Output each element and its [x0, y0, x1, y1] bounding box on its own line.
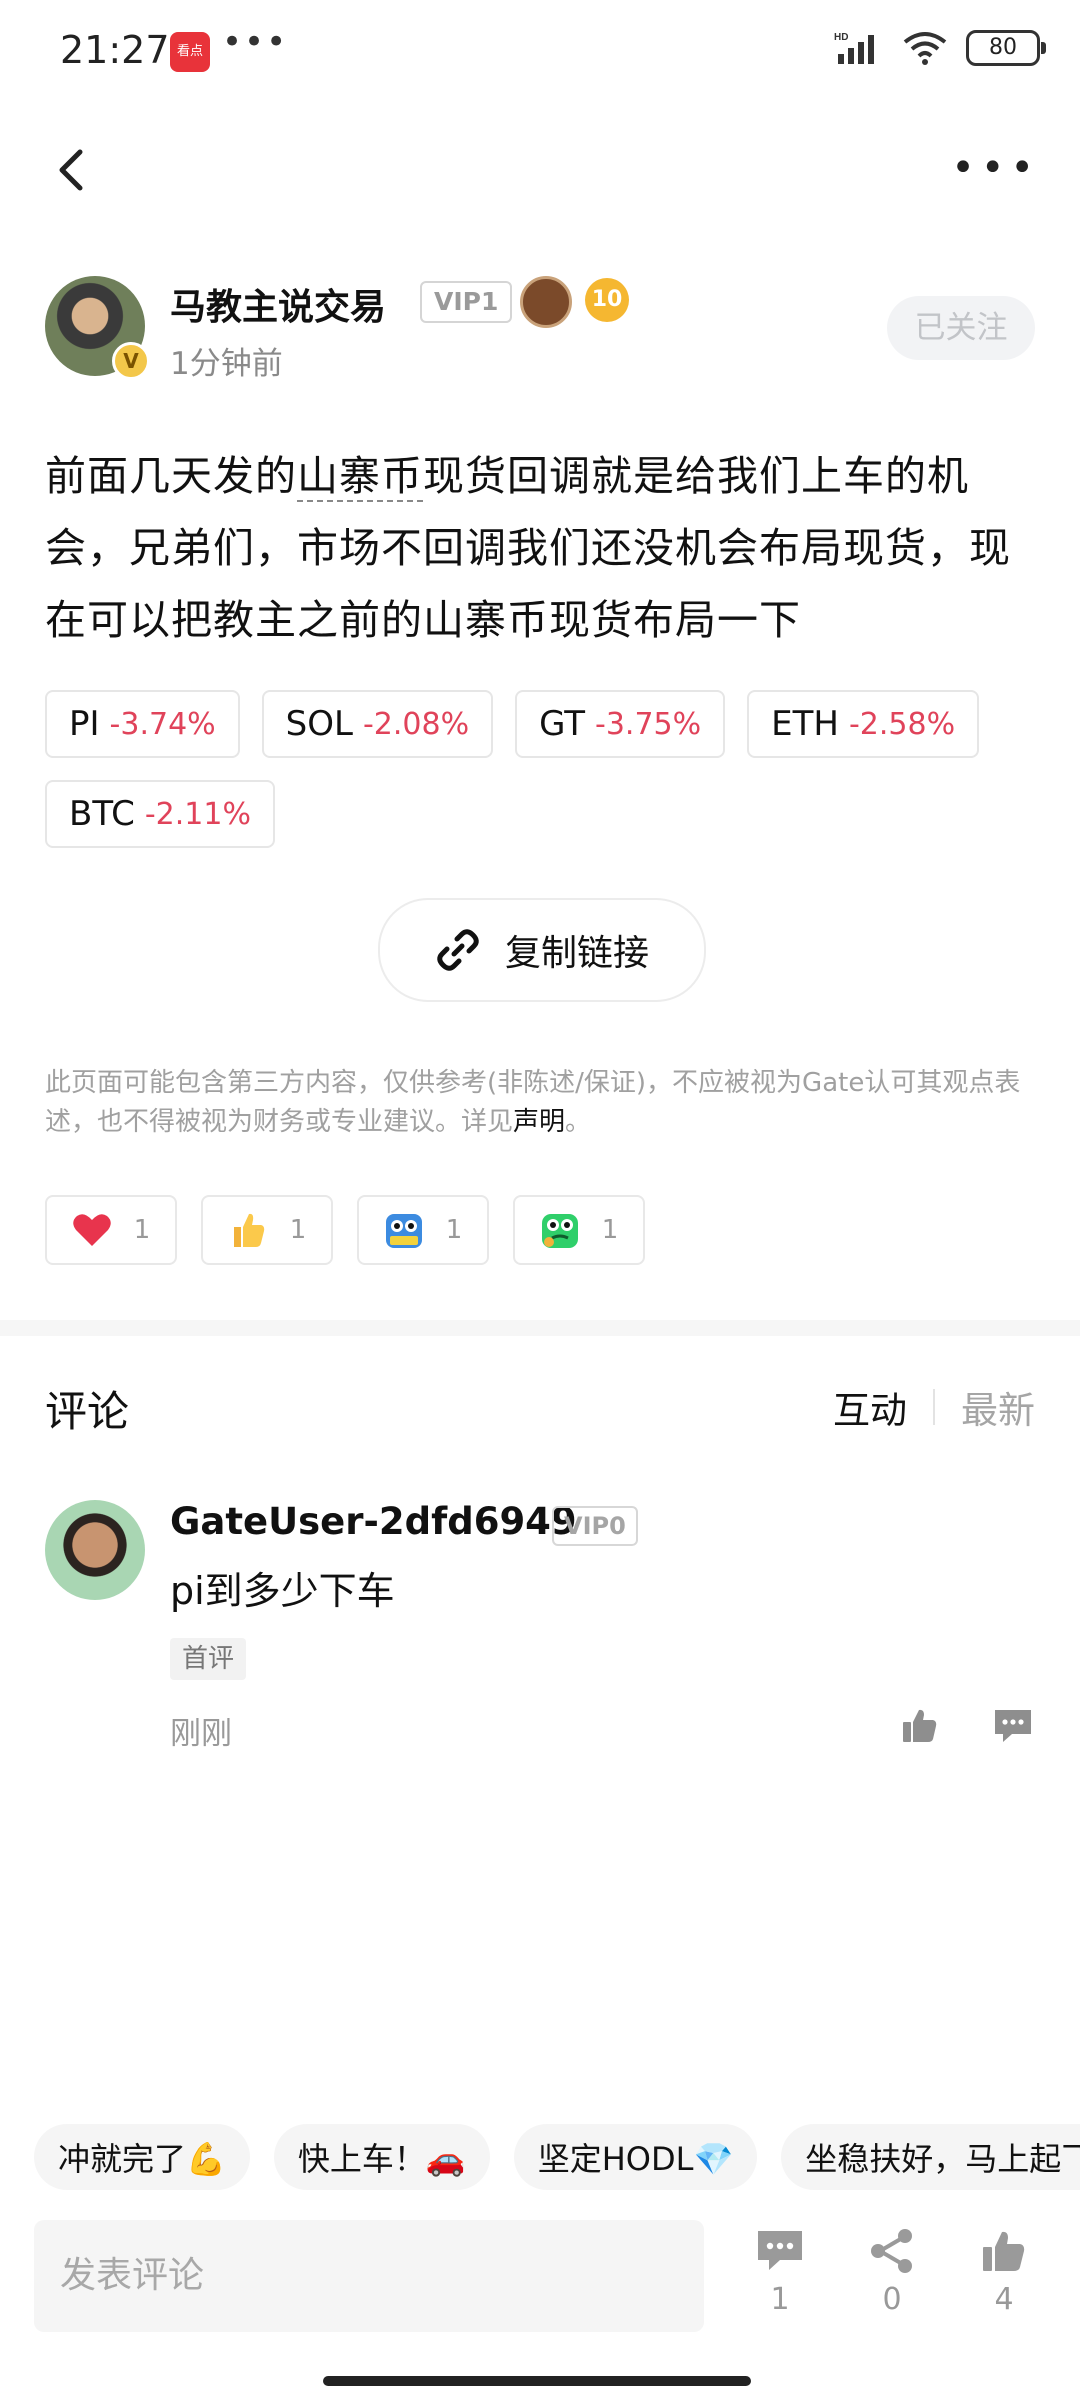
svg-text:HD: HD	[834, 32, 848, 43]
tab-interaction[interactable]: 互动	[833, 1380, 907, 1434]
post-hashtag-link[interactable]: 山寨币	[297, 452, 423, 502]
disclaimer: 此页面可能包含第三方内容，仅供参考(非陈述/保证)，不应被视为Gate认可其观点…	[45, 1064, 1035, 1142]
coin-symbol: ETH	[771, 704, 839, 744]
coin-symbol: PI	[69, 704, 100, 744]
home-indicator[interactable]	[323, 2376, 751, 2386]
quick-reply-chips: 冲就完了💪 快上车！🚗 坚定HODL💎 坐稳扶好，马上起飞	[34, 2124, 1080, 2190]
vip-badge: VIP1	[420, 281, 513, 323]
thumbs-up-emoji-icon	[228, 1210, 268, 1250]
commenter-name[interactable]: GateUser-2dfd6949	[170, 1500, 577, 1543]
comment-text: pi到多少下车	[170, 1569, 395, 1613]
reaction-count: 1	[445, 1215, 463, 1245]
comment-count: 1	[770, 2282, 790, 2317]
coin-change: -3.74%	[109, 706, 216, 742]
thumbs-up-icon	[983, 2231, 1025, 2271]
comment-sort-tabs: 互动 最新	[833, 1380, 1035, 1434]
section-divider	[0, 1320, 1080, 1336]
coin-change: -3.75%	[595, 706, 702, 742]
more-horizontal-icon[interactable]: •••	[951, 145, 1040, 191]
post-content: 前面几天发的山寨币现货回调就是给我们上车的机会，兄弟们，市场不回调我们还没机会布…	[45, 440, 1035, 656]
tab-separator	[933, 1389, 935, 1425]
comment-icon	[758, 2231, 802, 2270]
disclaimer-end: 。	[565, 1107, 592, 1137]
coin-tag-eth[interactable]: ETH -2.58%	[747, 690, 980, 758]
commenter-vip-badge: VIP0	[552, 1506, 638, 1546]
reaction-hodl[interactable]: 1	[357, 1195, 489, 1265]
coin-tag-gt[interactable]: GT -3.75%	[515, 690, 726, 758]
status-indicators: HD 80	[834, 30, 1046, 66]
comment-time: 刚刚	[170, 1716, 232, 1752]
chevron-left-icon[interactable]	[50, 140, 90, 200]
reaction-count: 1	[289, 1215, 307, 1245]
coin-change: -2.08%	[362, 706, 470, 742]
first-comment-tag: 首评	[170, 1638, 247, 1680]
share-count: 0	[882, 2282, 902, 2317]
post-text-before: 前面几天发的	[45, 452, 297, 500]
share-button[interactable]: 0	[867, 2228, 917, 2317]
comment-button[interactable]: 1	[755, 2228, 805, 2317]
coin-change: -2.11%	[144, 796, 251, 832]
comments-title: 评论	[45, 1387, 130, 1436]
tab-latest[interactable]: 最新	[961, 1380, 1035, 1434]
coin-tags: PI -3.74% SOL -2.08% GT -3.75% ETH -2.58% BT…	[45, 690, 1035, 848]
post-time: 1分钟前	[170, 346, 283, 382]
reaction-count: 1	[601, 1215, 619, 1245]
coin-symbol: SOL	[285, 704, 353, 744]
signal-icon: HD	[834, 32, 874, 64]
link-icon	[437, 929, 479, 971]
quick-reply-chip[interactable]: 冲就完了💪	[34, 2124, 250, 2190]
coin-tag-pi[interactable]: PI -3.74%	[45, 690, 240, 758]
commenter-avatar[interactable]	[45, 1500, 145, 1600]
reply-icon[interactable]	[992, 1706, 1034, 1746]
thumbs-up-icon[interactable]	[900, 1706, 940, 1746]
copy-link-button[interactable]: 复制链接	[378, 898, 706, 1002]
statement-link[interactable]: 声明	[513, 1107, 565, 1137]
like-count: 4	[994, 2282, 1014, 2317]
level-medal-icon: 10	[585, 278, 629, 322]
more-notifications-icon: •••	[222, 22, 289, 62]
copy-link-label: 复制链接	[504, 933, 649, 974]
quick-reply-chip[interactable]: 坚定HODL💎	[513, 2124, 758, 2190]
reaction-count: 1	[133, 1215, 151, 1245]
like-button[interactable]: 4	[979, 2228, 1029, 2317]
quick-reply-chip[interactable]: 坐稳扶好，马上起飞	[781, 2124, 1080, 2190]
green-frog-icon	[540, 1210, 580, 1250]
reaction-frog[interactable]: 1	[513, 1195, 645, 1265]
achievement-medal-icon	[520, 276, 572, 328]
reaction-heart[interactable]: 1	[45, 1195, 177, 1265]
coin-symbol: GT	[539, 704, 586, 744]
share-icon	[871, 2229, 912, 2273]
coin-tag-sol[interactable]: SOL -2.08%	[261, 690, 494, 758]
reaction-thumbs-up[interactable]: 1	[201, 1195, 333, 1265]
coin-change: -2.58%	[848, 706, 956, 742]
battery-icon: 80	[966, 30, 1046, 66]
status-time: 21:27	[60, 28, 170, 72]
app-notification-icon: 看点	[170, 32, 210, 72]
hodl-owl-icon	[384, 1210, 424, 1250]
wifi-icon	[903, 32, 947, 65]
comment-input[interactable]: 发表评论	[34, 2220, 704, 2332]
verified-badge-icon: V	[112, 342, 150, 380]
author-name[interactable]: 马教主说交易	[170, 278, 386, 330]
quick-reply-chip[interactable]: 快上车！🚗	[273, 2124, 490, 2190]
reactions-bar: 1 1 1 1	[45, 1195, 645, 1265]
heart-icon	[72, 1210, 112, 1250]
coin-tag-btc[interactable]: BTC -2.11%	[45, 780, 275, 848]
bottom-actions: 1 0 4	[755, 2228, 1029, 2317]
follow-button[interactable]: 已关注	[887, 296, 1035, 360]
coin-symbol: BTC	[69, 794, 135, 834]
